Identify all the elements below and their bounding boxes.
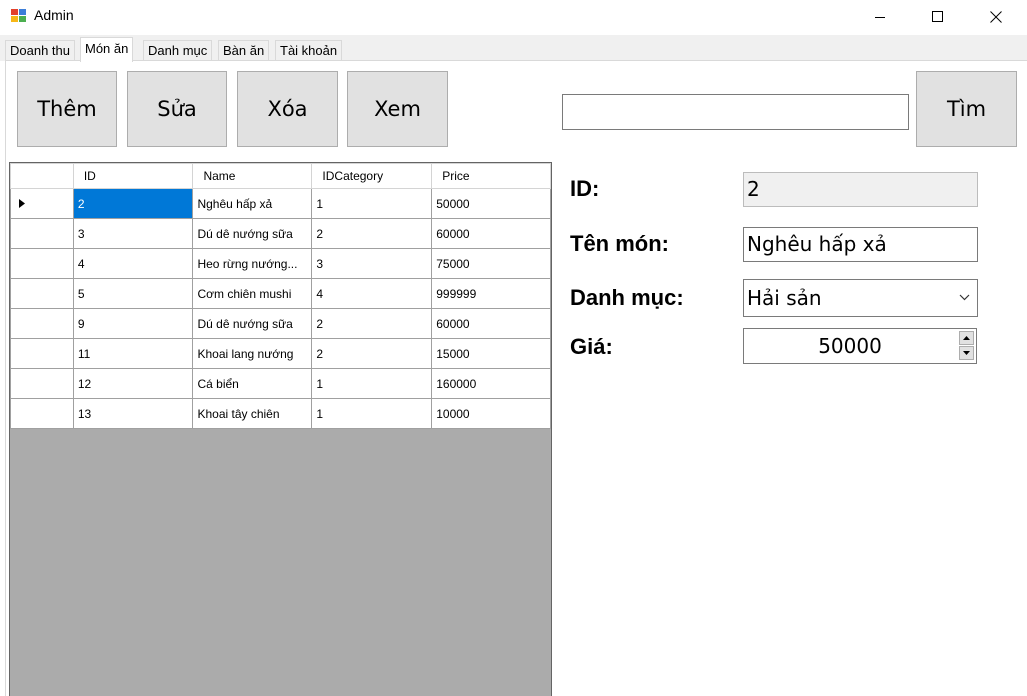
row-header[interactable]: [10, 338, 74, 369]
row-header[interactable]: [10, 398, 74, 429]
cell-name[interactable]: Nghêu hấp xả: [192, 188, 313, 219]
tab-danh-muc[interactable]: Danh mục: [143, 40, 213, 61]
row-header[interactable]: [10, 368, 74, 399]
row-header[interactable]: [10, 278, 74, 309]
column-header-idcategory[interactable]: IDCategory: [311, 163, 433, 189]
tab-doanh-thu[interactable]: Doanh thu: [5, 40, 75, 61]
tab-strip: Doanh thu Món ăn Danh mục Bàn ăn Tài kho…: [0, 35, 1027, 62]
price-increment-button[interactable]: [959, 331, 974, 345]
minimize-icon: [875, 16, 885, 18]
food-name-label: Tên món:: [570, 231, 669, 256]
cell-price[interactable]: 60000: [431, 308, 551, 339]
table-row[interactable]: 5 Cơm chiên mushi 4 999999: [10, 278, 551, 309]
close-button[interactable]: [973, 0, 1019, 33]
cell-price[interactable]: 15000: [431, 338, 551, 369]
app-icon: [11, 9, 27, 23]
cell-id[interactable]: 13: [72, 398, 194, 429]
cell-name[interactable]: Dú dê nướng sữa: [192, 308, 313, 339]
tab-ban-an[interactable]: Bàn ăn: [218, 40, 270, 61]
cell-id[interactable]: 2: [72, 188, 194, 219]
price-decrement-button[interactable]: [959, 346, 974, 360]
cell-id[interactable]: 4: [72, 248, 194, 279]
table-row[interactable]: 9 Dú dê nướng sữa 2 60000: [10, 308, 551, 339]
cell-idcategory[interactable]: 1: [311, 368, 433, 399]
cell-id[interactable]: 12: [72, 368, 194, 399]
close-icon: [990, 10, 1002, 23]
food-data-grid[interactable]: ID Name IDCategory Price 2 Nghêu hấp xả 1 5…: [9, 162, 552, 696]
cell-idcategory[interactable]: 4: [311, 278, 433, 309]
title-bar: Admin: [0, 0, 1027, 33]
search-button[interactable]: Tìm: [916, 71, 1017, 147]
category-selected-value: Hải sản: [747, 286, 822, 310]
cell-name[interactable]: Cá biển: [192, 368, 313, 399]
admin-window: Admin Doanh thu Món ăn Danh mục Bàn ăn T…: [0, 0, 1027, 696]
minimize-button[interactable]: [857, 0, 903, 33]
cell-id[interactable]: 5: [72, 278, 194, 309]
search-input[interactable]: [562, 94, 909, 130]
cell-idcategory[interactable]: 1: [311, 398, 433, 429]
tab-mon-an[interactable]: Món ăn: [80, 37, 134, 62]
maximize-icon: [932, 10, 943, 22]
cell-name[interactable]: Heo rừng nướng...: [192, 248, 313, 279]
edit-button[interactable]: Sửa: [127, 71, 227, 147]
row-header-corner: [10, 163, 74, 189]
arrow-up-icon: [963, 336, 970, 340]
cell-name[interactable]: Cơm chiên mushi: [192, 278, 313, 309]
food-table: ID Name IDCategory Price 2 Nghêu hấp xả 1 5…: [10, 163, 551, 429]
price-stepper[interactable]: 50000: [743, 328, 977, 364]
cell-idcategory[interactable]: 2: [311, 338, 433, 369]
cell-id[interactable]: 3: [72, 218, 194, 249]
cell-price[interactable]: 999999: [431, 278, 551, 309]
view-button[interactable]: Xem: [347, 71, 448, 147]
column-header-name[interactable]: Name: [192, 163, 313, 189]
category-select[interactable]: Hải sản: [743, 279, 978, 317]
row-header[interactable]: [10, 248, 74, 279]
cell-idcategory[interactable]: 1: [311, 188, 433, 219]
row-header[interactable]: [10, 188, 74, 219]
column-header-price[interactable]: Price: [431, 163, 551, 189]
window-title: Admin: [34, 7, 74, 23]
cell-price[interactable]: 50000: [431, 188, 551, 219]
row-header[interactable]: [10, 218, 74, 249]
table-row[interactable]: 11 Khoai lang nướng 2 15000: [10, 338, 551, 369]
cell-id[interactable]: 9: [72, 308, 194, 339]
table-row[interactable]: 2 Nghêu hấp xả 1 50000: [10, 188, 551, 219]
cell-idcategory[interactable]: 2: [311, 218, 433, 249]
cell-name[interactable]: Khoai lang nướng: [192, 338, 313, 369]
cell-price[interactable]: 160000: [431, 368, 551, 399]
food-name-field[interactable]: Nghêu hấp xả: [743, 227, 978, 262]
table-row[interactable]: 13 Khoai tây chiên 1 10000: [10, 398, 551, 429]
id-label: ID:: [570, 176, 600, 201]
cell-price[interactable]: 10000: [431, 398, 551, 429]
row-header[interactable]: [10, 308, 74, 339]
current-row-indicator-icon: [19, 198, 25, 208]
add-button[interactable]: Thêm: [17, 71, 117, 147]
table-row[interactable]: 12 Cá biển 1 160000: [10, 368, 551, 399]
cell-idcategory[interactable]: 2: [311, 308, 433, 339]
tab-tai-khoan[interactable]: Tài khoản: [275, 40, 343, 61]
cell-idcategory[interactable]: 3: [311, 248, 433, 279]
category-label: Danh mục:: [570, 285, 684, 310]
delete-button[interactable]: Xóa: [237, 71, 338, 147]
arrow-down-icon: [963, 351, 970, 355]
price-label: Giá:: [570, 334, 613, 359]
maximize-button[interactable]: [915, 0, 961, 33]
cell-price[interactable]: 60000: [431, 218, 551, 249]
id-field[interactable]: 2: [743, 172, 978, 207]
column-header-id[interactable]: ID: [72, 163, 194, 189]
cell-name[interactable]: Dú dê nướng sữa: [192, 218, 313, 249]
cell-name[interactable]: Khoai tây chiên: [192, 398, 313, 429]
cell-id[interactable]: 11: [72, 338, 194, 369]
table-row[interactable]: 3 Dú dê nướng sữa 2 60000: [10, 218, 551, 249]
table-row[interactable]: 4 Heo rừng nướng... 3 75000: [10, 248, 551, 279]
chevron-down-icon: [959, 294, 970, 301]
cell-price[interactable]: 75000: [431, 248, 551, 279]
price-value: 50000: [818, 334, 882, 358]
